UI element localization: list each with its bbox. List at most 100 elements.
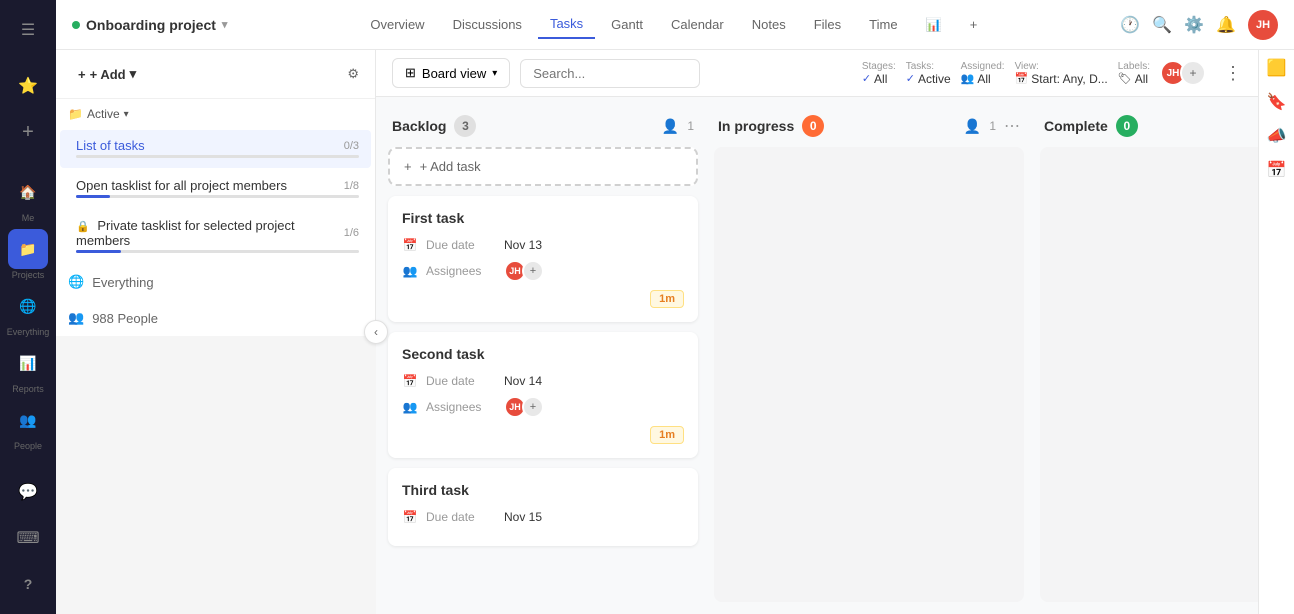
people-label: 988 People bbox=[92, 311, 158, 326]
nav-notes[interactable]: Notes bbox=[740, 11, 798, 38]
column-in-progress: In progress 0 👤 1 ⋯ bbox=[714, 109, 1024, 602]
view-label: View: bbox=[1015, 61, 1039, 72]
assigned-value[interactable]: 👥 All bbox=[961, 72, 991, 86]
keyboard-icon[interactable]: ⌨ bbox=[8, 518, 48, 558]
column-backlog-person-count: 1 bbox=[687, 119, 694, 133]
column-backlog: Backlog 3 👤 1 + + Add task First task 📅 bbox=[388, 109, 698, 602]
reports-nav[interactable]: 📊 Reports bbox=[8, 343, 48, 394]
main-container: Onboarding project ▾ Overview Discussion… bbox=[56, 0, 1294, 614]
calendar-icon-first: 📅 bbox=[402, 238, 418, 252]
stages-value[interactable]: ✓ All bbox=[862, 72, 888, 86]
sidebar-item-inner-2: Open tasklist for all project members 1/… bbox=[76, 178, 359, 200]
project-status-dot bbox=[72, 21, 80, 29]
help-icon[interactable]: ? bbox=[8, 564, 48, 604]
sidebar-bottom-everything[interactable]: 🌐 Everything bbox=[56, 264, 375, 300]
content-area: + + Add ▾ ⚙ 📁 Active ▾ List of tasks bbox=[56, 50, 1294, 614]
sidebar-bottom: 🌐 Everything 👥 988 People bbox=[56, 264, 375, 336]
board-view-button[interactable]: ⊞ Board view ▾ bbox=[392, 58, 510, 88]
me-icon[interactable]: 🏠 bbox=[8, 172, 48, 212]
tasks-check-icon: ✓ bbox=[906, 72, 915, 85]
projects-icon[interactable]: 📁 bbox=[8, 229, 48, 269]
view-value[interactable]: 📅 Start: Any, D... bbox=[1015, 72, 1108, 86]
toolbar-avatar-group[interactable]: JH + bbox=[1160, 60, 1206, 86]
assignees-label-second: Assignees bbox=[426, 400, 496, 414]
task-time-badge-second: 1m bbox=[650, 426, 684, 444]
add-icon[interactable]: + bbox=[8, 112, 48, 152]
filter-icon[interactable]: ⚙ bbox=[343, 62, 363, 86]
column-complete-badge: 0 bbox=[1116, 115, 1138, 137]
labels-value[interactable]: 🏷 All bbox=[1118, 72, 1148, 86]
toolbar-avatar-plus[interactable]: + bbox=[1180, 60, 1206, 86]
assigned-filter[interactable]: Assigned: 👥 All bbox=[961, 61, 1005, 86]
right-panel-announce-icon[interactable]: 📣 bbox=[1267, 126, 1287, 146]
column-in-progress-more[interactable]: ⋯ bbox=[1004, 116, 1020, 136]
task-avatar-plus-first[interactable]: + bbox=[522, 260, 544, 282]
board-toolbar: ⊞ Board view ▾ Stages: ✓ All Tasks: bbox=[376, 50, 1258, 97]
stages-filter[interactable]: Stages: ✓ All bbox=[862, 61, 896, 86]
task-due-date-field-second: 📅 Due date Nov 14 bbox=[402, 374, 684, 388]
assigned-people-icon: 👥 bbox=[961, 72, 975, 85]
add-task-button[interactable]: + + Add task bbox=[388, 147, 698, 186]
search-input[interactable] bbox=[520, 59, 700, 88]
chat-icon[interactable]: 💬 bbox=[8, 472, 48, 512]
task-avatars-first: JH + bbox=[504, 260, 544, 282]
nav-files[interactable]: Files bbox=[802, 11, 853, 38]
sidebar-bottom-people[interactable]: 👥 988 People bbox=[56, 300, 375, 336]
add-button[interactable]: + + Add ▾ bbox=[68, 60, 146, 88]
bell-icon[interactable]: 🔔 bbox=[1216, 15, 1236, 35]
nav-overview[interactable]: Overview bbox=[358, 11, 436, 38]
labels-tag-icon: 🏷 bbox=[1118, 72, 1132, 85]
sidebar-item-progress-bar-3 bbox=[76, 250, 121, 253]
search-icon[interactable]: 🔍 bbox=[1152, 15, 1172, 35]
right-panel-calendar-icon[interactable]: 📅 bbox=[1267, 160, 1287, 180]
task-card-second[interactable]: Second task 📅 Due date Nov 14 👥 Assignee… bbox=[388, 332, 698, 458]
labels-filter[interactable]: Labels: 🏷 All bbox=[1118, 61, 1150, 86]
nav-time[interactable]: Time bbox=[857, 11, 909, 38]
menu-icon[interactable]: ☰ bbox=[8, 10, 48, 50]
people-icon: 👥 bbox=[68, 310, 84, 326]
sidebar-item-progress-1 bbox=[76, 155, 359, 158]
task-card-first[interactable]: First task 📅 Due date Nov 13 👥 Assignees… bbox=[388, 196, 698, 322]
project-chevron-icon[interactable]: ▾ bbox=[222, 18, 228, 31]
add-task-label: + Add task bbox=[420, 159, 481, 174]
reports-icon[interactable]: 📊 bbox=[8, 343, 48, 383]
sidebar-collapse-button[interactable]: ‹ bbox=[364, 320, 388, 344]
me-nav[interactable]: 🏠 Me bbox=[8, 172, 48, 223]
task-avatar-plus-second[interactable]: + bbox=[522, 396, 544, 418]
people-icon[interactable]: 👥 bbox=[8, 400, 48, 440]
nav-tasks[interactable]: Tasks bbox=[538, 10, 595, 39]
column-backlog-header: Backlog 3 👤 1 bbox=[388, 109, 698, 147]
task-card-third[interactable]: Third task 📅 Due date Nov 15 bbox=[388, 468, 698, 546]
tasks-label: Tasks: bbox=[906, 61, 934, 72]
clock-icon[interactable]: 🕐 bbox=[1120, 15, 1140, 35]
nav-plus-icon[interactable]: + bbox=[958, 11, 990, 38]
board-view-label: Board view bbox=[422, 66, 486, 81]
everything-icon: 🌐 bbox=[68, 274, 84, 290]
nav-gantt[interactable]: Gantt bbox=[599, 11, 655, 38]
sidebar-item-private-tasklist[interactable]: 🔒 Private tasklist for selected project … bbox=[60, 210, 371, 263]
tasks-filter[interactable]: Tasks: ✓ Active bbox=[906, 61, 951, 86]
everything-icon[interactable]: 🌐 bbox=[8, 286, 48, 326]
nav-links: Overview Discussions Tasks Gantt Calenda… bbox=[243, 10, 1104, 39]
star-icon[interactable]: ⭐ bbox=[8, 66, 48, 106]
people-nav[interactable]: 👥 People bbox=[8, 400, 48, 451]
project-name[interactable]: Onboarding project ▾ bbox=[72, 17, 227, 33]
sidebar-item-list-of-tasks[interactable]: List of tasks 0/3 bbox=[60, 130, 371, 168]
toolbar-more-button[interactable]: ⋮ bbox=[1224, 63, 1242, 84]
user-avatar[interactable]: JH bbox=[1248, 10, 1278, 40]
projects-nav[interactable]: 📁 Projects bbox=[8, 229, 48, 280]
nav-calendar[interactable]: Calendar bbox=[659, 11, 736, 38]
tasks-value[interactable]: ✓ Active bbox=[906, 72, 951, 86]
view-filter[interactable]: View: 📅 Start: Any, D... bbox=[1015, 61, 1108, 86]
nav-discussions[interactable]: Discussions bbox=[441, 11, 534, 38]
nav-chart-icon[interactable]: 📊 bbox=[914, 11, 954, 39]
right-panel-bookmark-icon[interactable]: 🔖 bbox=[1267, 92, 1287, 112]
task-title-third: Third task bbox=[402, 482, 684, 498]
right-panel-yellow-icon[interactable]: 🟨 bbox=[1267, 58, 1287, 78]
sidebar-active-filter[interactable]: 📁 Active ▾ bbox=[56, 99, 375, 129]
task-assignees-field-first: 👥 Assignees JH + bbox=[402, 260, 684, 282]
sidebar-item-open-tasklist[interactable]: Open tasklist for all project members 1/… bbox=[60, 170, 371, 208]
everything-nav[interactable]: 🌐 Everything bbox=[7, 286, 50, 337]
grid-icon: ⊞ bbox=[405, 65, 416, 81]
settings-icon[interactable]: ⚙️ bbox=[1184, 15, 1204, 35]
